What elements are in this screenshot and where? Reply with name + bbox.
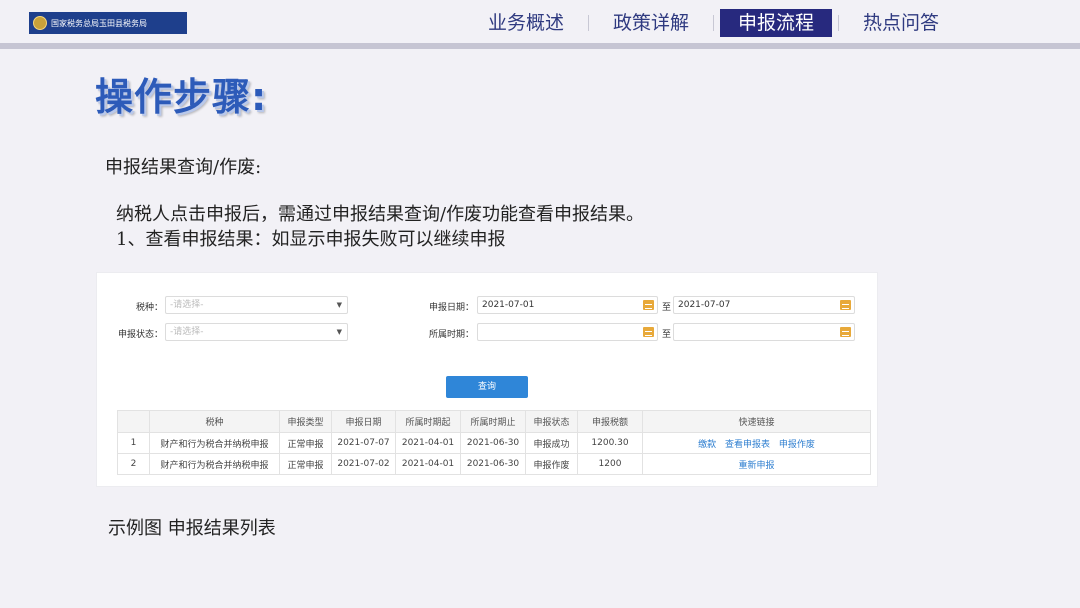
cell-end: 2021-06-30 [460, 453, 526, 475]
description-text: 纳税人点击申报后，需通过申报结果查询/作废功能查看申报结果。 [116, 204, 645, 225]
date-from-input[interactable]: 2021-07-01 [477, 296, 658, 314]
status-select[interactable]: -请选择- ▼ [165, 323, 348, 341]
period-to-input[interactable] [673, 323, 855, 341]
cell-type: 正常申报 [279, 453, 332, 475]
redeclare-link[interactable]: 重新申报 [738, 461, 774, 471]
figure-caption: 示例图 申报结果列表 [108, 518, 276, 539]
nav-item-policy[interactable]: 政策详解 [595, 9, 707, 37]
result-table: 税种 申报类型 申报日期 所属时期起 所属时期止 申报状态 申报税额 快速链接 … [117, 410, 871, 475]
cell-date: 2021-07-02 [331, 453, 396, 475]
cell-links: 重新申报 [642, 453, 871, 475]
top-nav: 业务概述 政策详解 申报流程 热点问答 [470, 8, 957, 38]
table-row: 2 财产和行为税合并纳税申报 正常申报 2021-07-02 2021-04-0… [117, 453, 871, 475]
period-label: 所属时期： [428, 330, 474, 340]
nav-item-overview[interactable]: 业务概述 [470, 9, 582, 37]
calendar-icon[interactable] [643, 300, 654, 310]
col-header-status: 申报状态 [525, 410, 578, 433]
void-return-link[interactable]: 申报作废 [779, 440, 815, 450]
period-from-input[interactable] [477, 323, 658, 341]
view-return-link[interactable]: 查看申报表 [725, 440, 770, 450]
col-header-amount: 申报税额 [577, 410, 643, 433]
col-header-tax: 税种 [149, 410, 280, 433]
status-label: 申报状态： [117, 330, 163, 340]
calendar-icon[interactable] [643, 327, 654, 337]
example-screenshot: 税种： -请选择- ▼ 申报日期： 2021-07-01 至 2021-07-0… [97, 273, 877, 486]
table-row: 1 财产和行为税合并纳税申报 正常申报 2021-07-07 2021-04-0… [117, 432, 871, 454]
col-header-start: 所属时期起 [395, 410, 461, 433]
logo-text: 国家税务总局玉田县税务局 [51, 18, 147, 28]
tax-type-select[interactable]: -请选择- ▼ [165, 296, 348, 314]
to-label: 至 [662, 330, 672, 340]
cell-index: 1 [117, 432, 150, 454]
cell-type: 正常申报 [279, 432, 332, 454]
header-rule [0, 43, 1080, 49]
section-subtitle: 申报结果查询/作废: [105, 157, 262, 178]
col-header-links: 快速链接 [642, 410, 871, 433]
cell-start: 2021-04-01 [395, 432, 461, 454]
col-header-end: 所属时期止 [460, 410, 526, 433]
national-emblem-icon [33, 16, 47, 30]
page-title: 操作步骤: [95, 75, 268, 119]
calendar-icon[interactable] [840, 300, 851, 310]
cell-amount: 1200.30 [577, 432, 643, 454]
nav-item-faq[interactable]: 热点问答 [845, 9, 957, 37]
cell-index: 2 [117, 453, 150, 475]
cell-end: 2021-06-30 [460, 432, 526, 454]
cell-start: 2021-04-01 [395, 453, 461, 475]
nav-divider [588, 15, 590, 31]
date-label: 申报日期： [428, 303, 474, 313]
to-label: 至 [662, 303, 672, 313]
tax-bureau-logo: 国家税务总局玉田县税务局 [29, 12, 187, 34]
date-to-input[interactable]: 2021-07-07 [673, 296, 855, 314]
cell-status: 申报成功 [525, 432, 578, 454]
tax-type-label: 税种： [135, 303, 163, 313]
query-button[interactable]: 查询 [446, 376, 528, 398]
cell-tax: 财产和行为税合并纳税申报 [149, 432, 280, 454]
step-text: 1、查看申报结果：如显示申报失败可以继续申报 [116, 229, 506, 250]
chevron-down-icon: ▼ [336, 301, 342, 309]
cell-date: 2021-07-07 [331, 432, 396, 454]
nav-divider [713, 15, 715, 31]
cell-tax: 财产和行为税合并纳税申报 [149, 453, 280, 475]
col-header-index [117, 410, 150, 433]
cell-status: 申报作废 [525, 453, 578, 475]
nav-item-process[interactable]: 申报流程 [720, 9, 833, 37]
calendar-icon[interactable] [840, 327, 851, 337]
cell-links: 缴款 查看申报表 申报作废 [642, 432, 871, 454]
table-header-row: 税种 申报类型 申报日期 所属时期起 所属时期止 申报状态 申报税额 快速链接 [117, 410, 871, 433]
cell-amount: 1200 [577, 453, 643, 475]
chevron-down-icon: ▼ [336, 328, 342, 336]
pay-link[interactable]: 缴款 [698, 440, 716, 450]
nav-divider [838, 15, 840, 31]
col-header-date: 申报日期 [331, 410, 396, 433]
col-header-type: 申报类型 [279, 410, 332, 433]
